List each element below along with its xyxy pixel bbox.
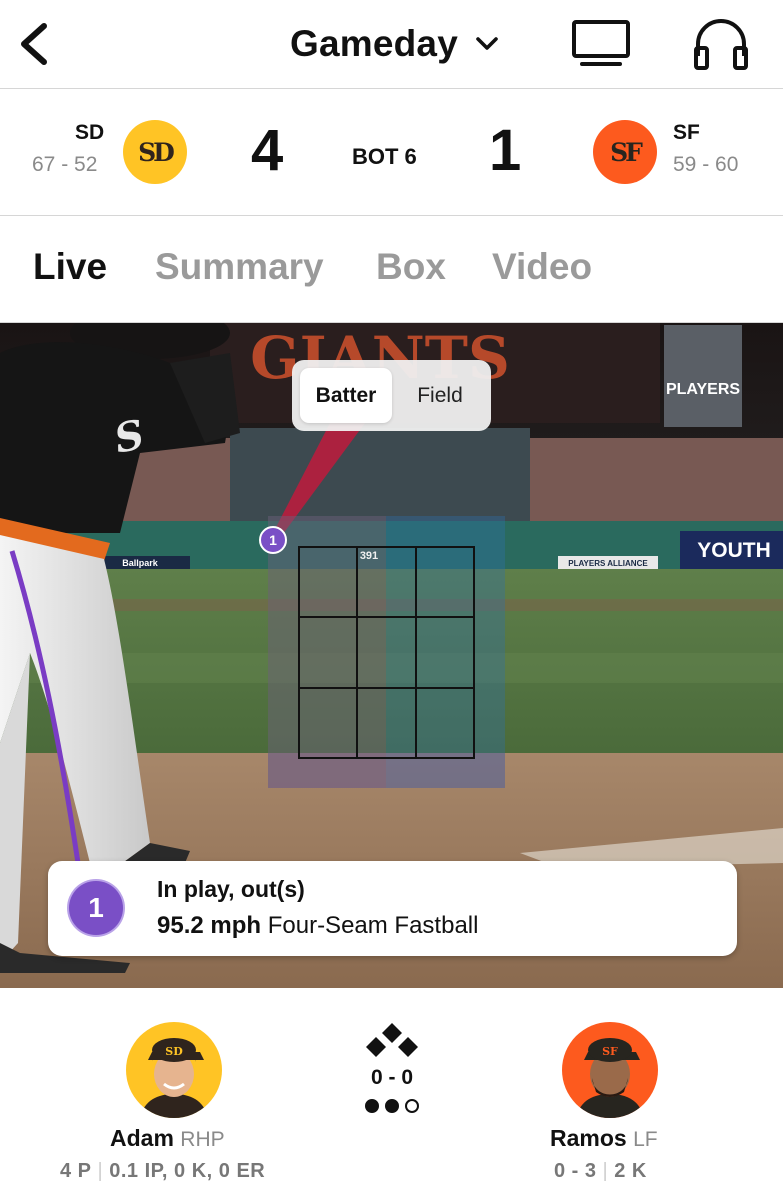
ball-strike-count: 0 - 0 bbox=[370, 1066, 414, 1089]
pitcher-name-line: Adam RHP bbox=[110, 1125, 225, 1152]
tv-button[interactable] bbox=[568, 18, 634, 68]
toggle-field[interactable]: Field bbox=[396, 368, 484, 423]
pitcher-avatar[interactable]: SD bbox=[126, 1022, 222, 1118]
home-team-abbr: SF bbox=[673, 121, 700, 144]
chevron-left-icon bbox=[21, 23, 47, 65]
svg-text:SF: SF bbox=[602, 1045, 618, 1058]
chevron-down-icon bbox=[476, 37, 498, 50]
youth-sign-text: YOUTH bbox=[697, 539, 771, 562]
pitch-number-badge: 1 bbox=[69, 881, 123, 935]
pitch-detail: 95.2 mph Four-Seam Fastball bbox=[157, 912, 478, 940]
tab-bar: Live Summary Box Video bbox=[0, 216, 783, 323]
home-score: 1 bbox=[489, 118, 522, 183]
view-toggle: Batter Field bbox=[292, 360, 491, 431]
batter-strikeouts: 2 K bbox=[614, 1160, 647, 1182]
away-team-record: 67 - 52 bbox=[32, 153, 98, 176]
away-score: 4 bbox=[251, 118, 284, 183]
stat-separator: | bbox=[602, 1160, 609, 1182]
batter-hits: 0 - 3 bbox=[554, 1160, 597, 1182]
out-dot-filled bbox=[385, 1099, 399, 1113]
batter-headshot-icon: SF bbox=[576, 1038, 644, 1118]
batter-name: Ramos bbox=[550, 1125, 627, 1151]
tab-live[interactable]: Live bbox=[33, 246, 107, 288]
top-bar: Gameday bbox=[0, 0, 783, 89]
away-logo-text: SD bbox=[138, 137, 175, 167]
out-dot-filled bbox=[365, 1099, 379, 1113]
pitch-result: In play, out(s) bbox=[157, 876, 305, 902]
toggle-batter[interactable]: Batter bbox=[300, 368, 392, 423]
home-team-record: 59 - 60 bbox=[673, 153, 739, 176]
pitcher-line: 0.1 IP, 0 K, 0 ER bbox=[109, 1160, 266, 1182]
score-bar: SD 67 - 52 SD 4 BOT 6 1 SF SF 59 - 60 bbox=[0, 89, 783, 216]
tv-icon bbox=[572, 20, 630, 66]
tab-video[interactable]: Video bbox=[492, 246, 592, 288]
batter-position: LF bbox=[633, 1128, 658, 1151]
distance-marker: 391 bbox=[360, 550, 378, 562]
pitcher-name: Adam bbox=[110, 1125, 174, 1151]
pitch-location-marker[interactable]: 1 bbox=[269, 532, 277, 548]
pitcher-stats: 4 P | 0.1 IP, 0 K, 0 ER bbox=[60, 1160, 265, 1183]
bases-diamond-icon bbox=[366, 1023, 418, 1057]
headphones-icon bbox=[694, 19, 748, 70]
pitcher-headshot-icon: SD bbox=[140, 1038, 208, 1118]
pitch-speed: 95.2 mph bbox=[157, 912, 262, 939]
pitch-type: Four-Seam Fastball bbox=[267, 912, 479, 939]
page-title: Gameday bbox=[290, 23, 458, 64]
batter-stats: 0 - 3 | 2 K bbox=[554, 1160, 647, 1183]
stat-separator: | bbox=[97, 1160, 104, 1182]
away-team-abbr: SD bbox=[75, 121, 105, 144]
tab-box[interactable]: Box bbox=[376, 246, 446, 288]
pitcher-position: RHP bbox=[180, 1128, 225, 1151]
away-team-logo[interactable]: SD bbox=[123, 120, 187, 184]
batter-avatar[interactable]: SF bbox=[562, 1022, 658, 1118]
pitch-result-card[interactable]: 1 In play, out(s) 95.2 mph Four-Seam Fas… bbox=[48, 861, 737, 956]
pitch-view[interactable]: GIANTS PLAYERS Ballpark PLAYERS ALLIANCE… bbox=[0, 323, 783, 988]
ballpark-label: Ballpark bbox=[122, 558, 159, 568]
svg-text:SD: SD bbox=[165, 1045, 183, 1058]
players-sign-text: PLAYERS bbox=[666, 381, 740, 398]
home-logo-text: SF bbox=[610, 137, 643, 167]
tab-summary[interactable]: Summary bbox=[155, 246, 324, 288]
back-button[interactable] bbox=[14, 18, 58, 70]
pitcher-pitch-count: 4 P bbox=[60, 1160, 92, 1182]
inning-indicator: BOT 6 bbox=[352, 144, 417, 169]
matchup-panel: SD Adam RHP 4 P | 0.1 IP, 0 K, 0 ER 0 - 0 … bbox=[0, 988, 783, 1200]
audio-button[interactable] bbox=[690, 16, 752, 72]
gameday-menu[interactable]: Gameday bbox=[290, 20, 500, 68]
outs-indicator bbox=[365, 1099, 419, 1113]
batter-name-line: Ramos LF bbox=[550, 1125, 658, 1152]
alliance-label: PLAYERS ALLIANCE bbox=[568, 559, 648, 568]
home-team-logo[interactable]: SF bbox=[593, 120, 657, 184]
out-dot-empty bbox=[405, 1099, 419, 1113]
